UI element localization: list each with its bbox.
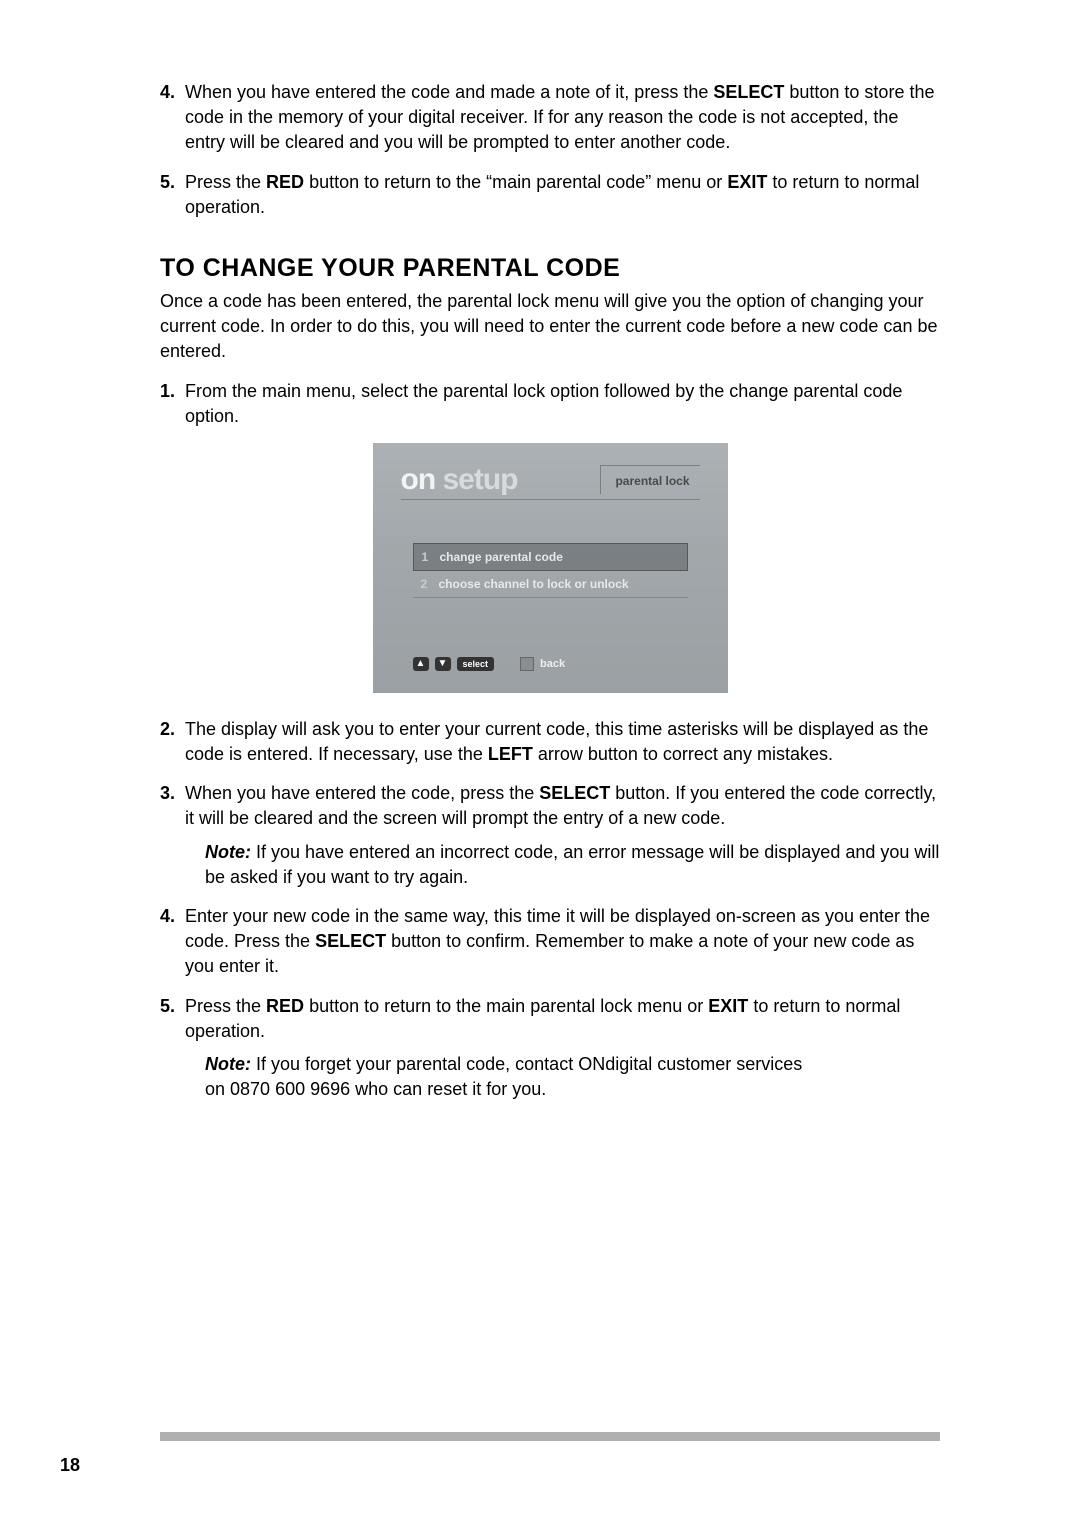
item-text: When you have entered the code and made … (185, 80, 940, 156)
item-number: 4. (160, 904, 185, 980)
list-item: 5.Press the RED button to return to the … (160, 994, 940, 1044)
steps-list-b: 2.The display will ask you to enter your… (160, 717, 940, 832)
item-text: When you have entered the code, press th… (185, 781, 940, 831)
menu-row-number: 2 (421, 577, 439, 591)
menu-row-number: 1 (422, 550, 440, 564)
steps-list-a: 1.From the main menu, select the parenta… (160, 379, 940, 429)
screenshot-title: parental lock (600, 465, 699, 494)
note-after-step5: Note: If you forget your parental code, … (205, 1052, 805, 1102)
item-number: 1. (160, 379, 185, 429)
menu-row: 1change parental code (413, 543, 688, 571)
screenshot-footer: ▲ ▼ select back (413, 657, 688, 671)
note-after-step3: Note: If you have entered an incorrect c… (205, 840, 940, 890)
item-number: 2. (160, 717, 185, 767)
item-text: Press the RED button to return to the “m… (185, 170, 940, 220)
parental-lock-screenshot: on setup parental lock 1change parental … (373, 443, 728, 693)
section-intro: Once a code has been entered, the parent… (160, 289, 940, 365)
header-divider (401, 499, 700, 500)
list-item: 4.When you have entered the code and mad… (160, 80, 940, 156)
steps-list-c: 4.Enter your new code in the same way, t… (160, 904, 940, 1044)
down-arrow-icon: ▼ (435, 657, 451, 671)
item-number: 5. (160, 994, 185, 1044)
on-setup-logo: on setup (401, 463, 518, 497)
item-text: From the main menu, select the parental … (185, 379, 940, 429)
up-arrow-icon: ▲ (413, 657, 429, 671)
menu-row-label: change parental code (440, 550, 563, 564)
item-text: Press the RED button to return to the ma… (185, 994, 940, 1044)
item-number: 5. (160, 170, 185, 220)
item-number: 3. (160, 781, 185, 831)
continued-steps: 4.When you have entered the code and mad… (160, 80, 940, 220)
menu-row-label: choose channel to lock or unlock (439, 577, 629, 591)
select-pill: select (457, 657, 495, 671)
manual-page: 4.When you have entered the code and mad… (0, 0, 1080, 1526)
item-text: Enter your new code in the same way, thi… (185, 904, 940, 980)
list-item: 5.Press the RED button to return to the … (160, 170, 940, 220)
list-item: 1.From the main menu, select the parenta… (160, 379, 940, 429)
back-square-icon (520, 657, 534, 671)
page-number: 18 (60, 1455, 80, 1476)
back-label: back (540, 658, 565, 670)
screenshot-header: on setup parental lock (401, 463, 700, 497)
steps-list-top: 4.When you have entered the code and mad… (160, 80, 940, 220)
section-heading: TO CHANGE YOUR PARENTAL CODE (160, 254, 940, 283)
item-text: The display will ask you to enter your c… (185, 717, 940, 767)
item-number: 4. (160, 80, 185, 156)
menu-row: 2choose channel to lock or unlock (413, 571, 688, 598)
list-item: 4.Enter your new code in the same way, t… (160, 904, 940, 980)
footer-rule (160, 1432, 940, 1441)
screenshot-menu: 1change parental code2choose channel to … (413, 543, 688, 598)
list-item: 3.When you have entered the code, press … (160, 781, 940, 831)
list-item: 2.The display will ask you to enter your… (160, 717, 940, 767)
